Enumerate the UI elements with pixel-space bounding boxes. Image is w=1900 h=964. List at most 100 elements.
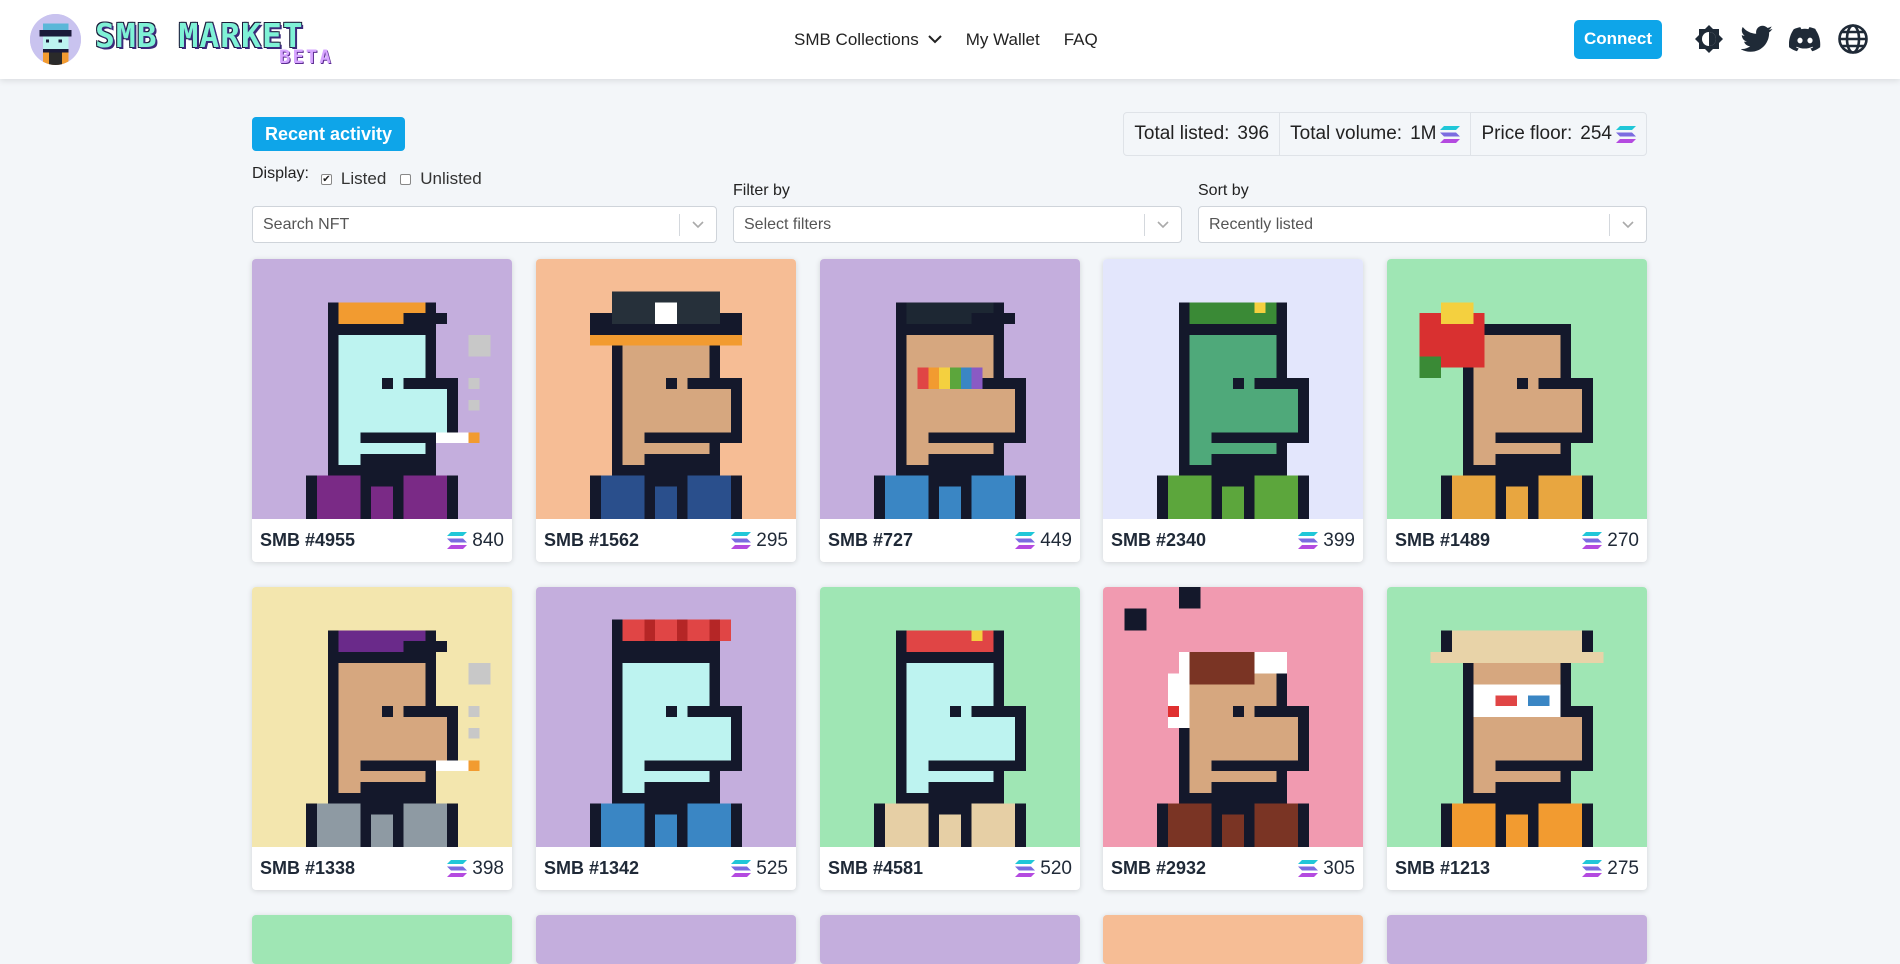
solana-icon [447, 532, 468, 549]
nft-price: 305 [1298, 858, 1355, 880]
chevron-down-icon[interactable] [1610, 220, 1646, 229]
nft-card[interactable]: SMB #1338 398 [252, 587, 512, 890]
stat-total-listed-label: Total listed: [1134, 123, 1230, 144]
listed-checkbox-label: Listed [340, 169, 387, 188]
nft-image[interactable] [252, 259, 512, 519]
nft-image[interactable] [536, 259, 796, 519]
monkey-logo-icon [30, 13, 81, 65]
nft-price-value: 449 [1040, 529, 1072, 551]
unlisted-checkbox-label: Unlisted [420, 169, 482, 188]
listed-checkbox[interactable]: ✔ Listed [320, 169, 387, 189]
nft-price-value: 295 [756, 529, 788, 551]
search-nft-placeholder: Search NFT [263, 215, 350, 233]
monkey-artwork [1387, 587, 1647, 847]
nft-price-value: 520 [1040, 857, 1072, 879]
nft-name: SMB #4955 [260, 530, 356, 550]
chevron-down-icon[interactable] [680, 220, 716, 229]
nav-faq[interactable]: FAQ [1064, 30, 1098, 50]
nft-image[interactable] [536, 587, 796, 847]
nft-card[interactable]: SMB #1213 275 [1387, 587, 1647, 890]
solana-icon [1582, 860, 1603, 877]
monkey-artwork [536, 587, 796, 847]
nft-card[interactable]: SMB #1562 295 [536, 259, 796, 562]
checkbox-unchecked-icon [400, 173, 412, 185]
nft-card[interactable]: SMB #2932 305 [1103, 587, 1363, 890]
nft-name: SMB #4581 [828, 858, 924, 878]
nft-card[interactable] [252, 915, 512, 964]
stat-total-volume: Total volume: 1M [1279, 113, 1470, 155]
monkey-artwork [820, 259, 1080, 519]
sort-select-value: Recently listed [1209, 215, 1314, 233]
nft-card[interactable]: SMB #4955 840 [252, 259, 512, 562]
nft-card[interactable]: SMB #4581 520 [820, 587, 1080, 890]
twitter-icon[interactable] [1740, 22, 1774, 56]
nft-image[interactable] [252, 587, 512, 847]
nft-price-value: 270 [1607, 529, 1639, 551]
nft-card[interactable]: SMB #727 449 [820, 259, 1080, 562]
filter-select[interactable]: Select filters [733, 206, 1182, 243]
globe-icon[interactable] [1836, 22, 1870, 56]
nft-price-value: 305 [1323, 857, 1355, 879]
nft-image[interactable] [820, 587, 1080, 847]
nft-price: 840 [447, 530, 504, 552]
stat-total-listed: Total listed: 396 [1124, 113, 1279, 155]
nft-card[interactable] [1387, 915, 1647, 964]
nav-smb-collections[interactable]: SMB Collections [794, 30, 942, 50]
nft-card-footer: SMB #2340 399 [1103, 519, 1363, 562]
stat-total-volume-value: 1M [1410, 123, 1437, 144]
checkbox-checked-icon: ✔ [320, 173, 332, 185]
solana-icon [731, 860, 752, 877]
nft-price: 398 [447, 858, 504, 880]
nft-price: 520 [1015, 858, 1072, 880]
monkey-artwork [1387, 259, 1647, 519]
top-navbar: SMB MARKET BETA SMB Collections My Walle… [0, 0, 1900, 79]
discord-icon[interactable] [1788, 22, 1822, 56]
search-nft-input[interactable]: Search NFT [252, 206, 717, 243]
nft-card[interactable]: SMB #1489 270 [1387, 259, 1647, 562]
nft-name: SMB #1338 [260, 858, 356, 878]
nft-name: SMB #1213 [1395, 858, 1491, 878]
nft-price: 295 [731, 530, 788, 552]
monkey-artwork [252, 587, 512, 847]
monkey-artwork [1103, 587, 1363, 847]
nft-name: SMB #1342 [544, 858, 640, 878]
solana-icon [1298, 532, 1319, 549]
nft-name: SMB #727 [828, 530, 914, 550]
recent-activity-button[interactable]: Recent activity [252, 117, 406, 151]
nft-name: SMB #1562 [544, 530, 640, 550]
solana-icon [1298, 860, 1319, 877]
stat-price-floor: Price floor: 254 [1470, 113, 1646, 155]
nft-card-footer: SMB #2932 305 [1103, 847, 1363, 890]
nft-card[interactable]: SMB #1342 525 [536, 587, 796, 890]
chevron-down-icon [928, 35, 942, 44]
nft-card[interactable] [536, 915, 796, 964]
nft-card[interactable]: SMB #2340 399 [1103, 259, 1363, 562]
stat-price-floor-value: 254 [1580, 123, 1612, 144]
brand-title: SMB MARKET [95, 16, 304, 55]
stat-total-volume-label: Total volume: [1290, 123, 1403, 144]
sort-select[interactable]: Recently listed [1198, 206, 1647, 243]
brand-logo[interactable]: SMB MARKET BETA [30, 12, 335, 68]
nft-price-value: 275 [1607, 857, 1639, 879]
nft-card[interactable] [820, 915, 1080, 964]
nft-image[interactable] [1387, 587, 1647, 847]
chevron-down-icon[interactable] [1145, 220, 1181, 229]
solana-icon [1015, 860, 1036, 877]
nft-image[interactable] [1387, 259, 1647, 519]
nav-smb-collections-label: SMB Collections [794, 29, 919, 49]
monkey-artwork [252, 259, 512, 519]
nft-image[interactable] [820, 259, 1080, 519]
stat-total-listed-value: 396 [1237, 123, 1270, 144]
nft-card[interactable] [1103, 915, 1363, 964]
display-filter: Display: ✔ Listed Unlisted [252, 165, 496, 189]
connect-wallet-button[interactable]: Connect [1574, 19, 1662, 59]
nft-image[interactable] [1103, 587, 1363, 847]
theme-toggle-icon[interactable] [1692, 22, 1726, 56]
nft-price: 525 [731, 858, 788, 880]
nft-image[interactable] [1103, 259, 1363, 519]
nav-my-wallet[interactable]: My Wallet [966, 30, 1040, 50]
nft-card-footer: SMB #1342 525 [536, 847, 796, 890]
nft-card-footer: SMB #1338 398 [252, 847, 512, 890]
nft-price-value: 399 [1323, 529, 1355, 551]
unlisted-checkbox[interactable]: Unlisted [400, 169, 482, 189]
